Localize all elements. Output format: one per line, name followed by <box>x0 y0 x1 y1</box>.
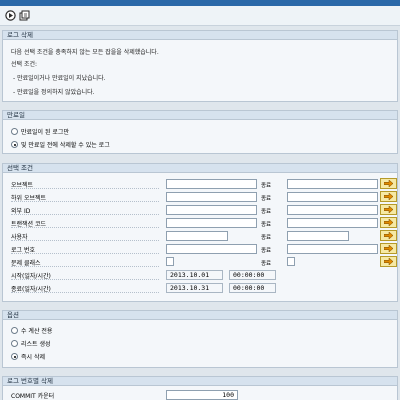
info-line: - 만료일을 정의하지 않았습니다. <box>13 89 95 96</box>
criteria-row-end: 종료(일자/시간) 2013.10.31 00:00:00 <box>3 282 397 294</box>
options-section: 옵션 수 계산 전용 리스트 생성 즉시 삭제 <box>2 310 398 368</box>
application-toolbar <box>0 6 400 26</box>
arrow-right-icon <box>384 193 393 200</box>
external-id-to-input[interactable] <box>287 205 378 215</box>
to-label: 종료 <box>261 196 272 202</box>
field-label: COMMIT 카운터 <box>11 393 55 400</box>
criteria-row-user: 사용자 종료 <box>3 230 397 242</box>
start-time-input[interactable]: 00:00:00 <box>229 270 276 280</box>
criteria-row-subobject: 하위 오브젝트 종료 <box>3 191 397 203</box>
dotted-leader <box>11 279 159 280</box>
variant-icon[interactable] <box>19 10 30 21</box>
multiple-selection-button[interactable] <box>380 204 397 215</box>
to-label: 종료 <box>261 222 272 228</box>
dotted-leader <box>11 240 159 241</box>
radio-label: 리스트 생성 <box>21 341 51 348</box>
multiple-selection-button[interactable] <box>380 243 397 254</box>
dotted-leader <box>11 253 159 254</box>
commit-counter-input[interactable]: 100 <box>166 390 238 400</box>
transaction-code-from-input[interactable] <box>166 218 257 228</box>
section-title: 로그 삭제 <box>3 31 397 40</box>
subobject-to-input[interactable] <box>287 192 378 202</box>
dotted-leader <box>11 266 159 267</box>
criteria-row-object: 오브젝트 종료 <box>3 178 397 190</box>
to-label: 종료 <box>261 235 272 241</box>
section-title: 만료일 <box>3 111 397 120</box>
end-date-input[interactable]: 2013.10.31 <box>166 283 223 293</box>
dotted-leader <box>11 188 159 189</box>
radio-label: 및 만료일 전에 삭제할 수 있는 로그 <box>21 142 110 149</box>
end-time-input[interactable]: 00:00:00 <box>229 283 276 293</box>
multiple-selection-button[interactable] <box>380 230 397 241</box>
radio-label: 수 계산 전용 <box>21 328 53 335</box>
to-label: 종료 <box>261 183 272 189</box>
section-title: 로그 번호별 삭제 <box>3 377 397 386</box>
radio-label: 만료일이 된 로그만 <box>21 129 69 136</box>
log-delete-section: 로그 삭제 다음 선택 조건을 충족하지 않는 모든 잡을을 삭제했습니다. 선… <box>2 30 398 102</box>
arrow-right-icon <box>384 219 393 226</box>
to-label: 종료 <box>261 261 272 267</box>
subobject-from-input[interactable] <box>166 192 257 202</box>
arrow-right-icon <box>384 180 393 187</box>
info-line: 선택 조건: <box>11 61 38 68</box>
option-count-only[interactable]: 수 계산 전용 <box>11 326 52 335</box>
multiple-selection-button[interactable] <box>380 217 397 228</box>
criteria-row-external-id: 외부 ID 종료 <box>3 204 397 216</box>
expiry-option-expired-only[interactable]: 만료일이 된 로그만 <box>11 127 69 136</box>
transaction-code-to-input[interactable] <box>287 218 378 228</box>
criteria-row-start: 시작(일자/시간) 2013.10.01 00:00:00 <box>3 269 397 281</box>
execute-icon[interactable] <box>5 10 16 21</box>
object-from-input[interactable] <box>166 179 257 189</box>
arrow-right-icon <box>384 232 393 239</box>
radio-button[interactable] <box>11 340 18 347</box>
dotted-leader <box>11 214 159 215</box>
radio-button[interactable] <box>11 128 18 135</box>
multiple-selection-button[interactable] <box>380 178 397 189</box>
radio-label: 즉시 삭제 <box>21 354 45 361</box>
log-number-from-input[interactable] <box>166 244 257 254</box>
info-line: 다음 선택 조건을 충족하지 않는 모든 잡을을 삭제했습니다. <box>11 49 159 56</box>
expiry-section: 만료일 만료일이 된 로그만 및 만료일 전에 삭제할 수 있는 로그 <box>2 110 398 154</box>
dotted-leader <box>11 292 159 293</box>
criteria-row-problem-class: 문제 클래스 종료 <box>3 256 397 268</box>
selection-criteria-section: 선택 조건 오브젝트 종료 하위 오브젝트 종료 외부 ID 종료 트랜잭션 코… <box>2 163 398 302</box>
info-line: - 만료일이거나 만료일이 지났습니다. <box>13 75 106 82</box>
log-number-delete-section: 로그 번호별 삭제 COMMIT 카운터 100 <box>2 376 398 400</box>
start-date-input[interactable]: 2013.10.01 <box>166 270 223 280</box>
arrow-right-icon <box>384 206 393 213</box>
problem-class-from-input[interactable] <box>166 257 174 266</box>
multiple-selection-button[interactable] <box>380 191 397 202</box>
to-label: 종료 <box>261 209 272 215</box>
section-title: 옵션 <box>3 311 397 320</box>
dotted-leader <box>11 201 159 202</box>
user-to-input[interactable] <box>287 231 349 241</box>
criteria-row-transaction-code: 트랜잭션 코드 종료 <box>3 217 397 229</box>
log-number-to-input[interactable] <box>287 244 378 254</box>
option-create-list[interactable]: 리스트 생성 <box>11 339 51 348</box>
expiry-option-deletable-before[interactable]: 및 만료일 전에 삭제할 수 있는 로그 <box>11 140 110 149</box>
commit-counter-row: COMMIT 카운터 100 <box>3 389 397 400</box>
option-delete-immediately[interactable]: 즉시 삭제 <box>11 352 45 361</box>
multiple-selection-button[interactable] <box>380 256 397 267</box>
arrow-right-icon <box>384 258 393 265</box>
object-to-input[interactable] <box>287 179 378 189</box>
radio-button[interactable] <box>11 353 18 360</box>
criteria-row-log-number: 로그 번호 종료 <box>3 243 397 255</box>
section-title: 선택 조건 <box>3 164 397 173</box>
radio-button[interactable] <box>11 327 18 334</box>
user-from-input[interactable] <box>166 231 228 241</box>
arrow-right-icon <box>384 245 393 252</box>
dotted-leader <box>11 227 159 228</box>
radio-button[interactable] <box>11 141 18 148</box>
problem-class-to-input[interactable] <box>287 257 295 266</box>
external-id-from-input[interactable] <box>166 205 257 215</box>
to-label: 종료 <box>261 248 272 254</box>
